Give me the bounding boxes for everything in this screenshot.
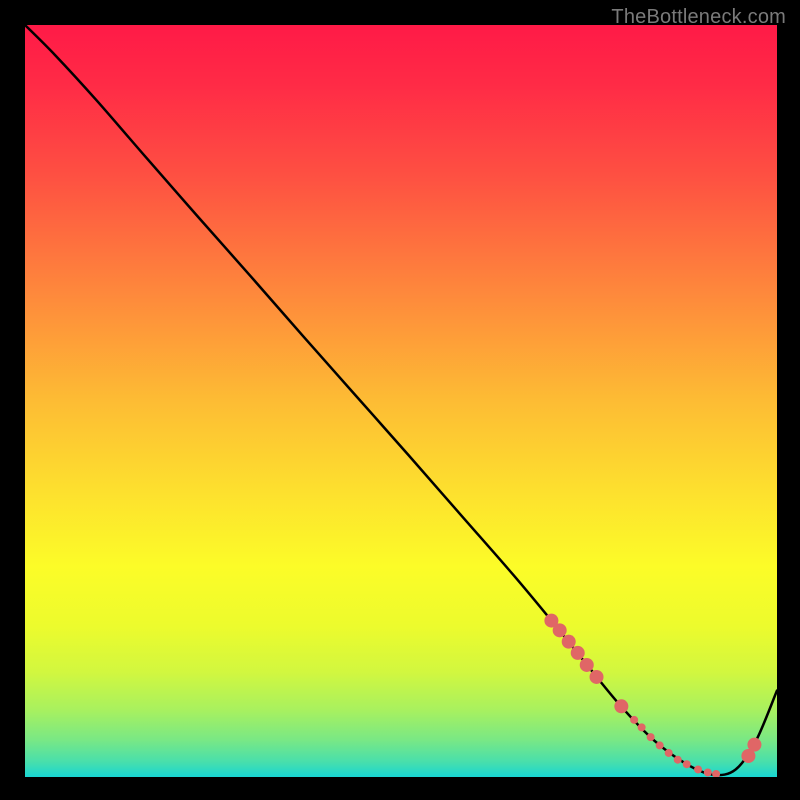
plot-area: [25, 25, 777, 777]
scatter-layer: [25, 25, 777, 777]
scatter-point: [638, 723, 646, 731]
scatter-point: [614, 699, 628, 713]
scatter-point: [674, 756, 682, 764]
scatter-point: [630, 716, 638, 724]
scatter-point: [694, 765, 702, 773]
scatter-point: [562, 635, 576, 649]
scatter-point: [590, 670, 604, 684]
scatter-point: [580, 658, 594, 672]
chart-stage: TheBottleneck.com: [0, 0, 800, 800]
scatter-point: [571, 646, 585, 660]
scatter-point: [683, 760, 691, 768]
scatter-point: [665, 749, 673, 757]
scatter-point: [712, 770, 720, 777]
scatter-point: [747, 738, 761, 752]
scatter-point: [704, 768, 712, 776]
scatter-point: [553, 623, 567, 637]
scatter-point: [647, 733, 655, 741]
watermark-label: TheBottleneck.com: [611, 6, 786, 29]
scatter-point: [656, 741, 664, 749]
scatter-points: [544, 614, 761, 777]
